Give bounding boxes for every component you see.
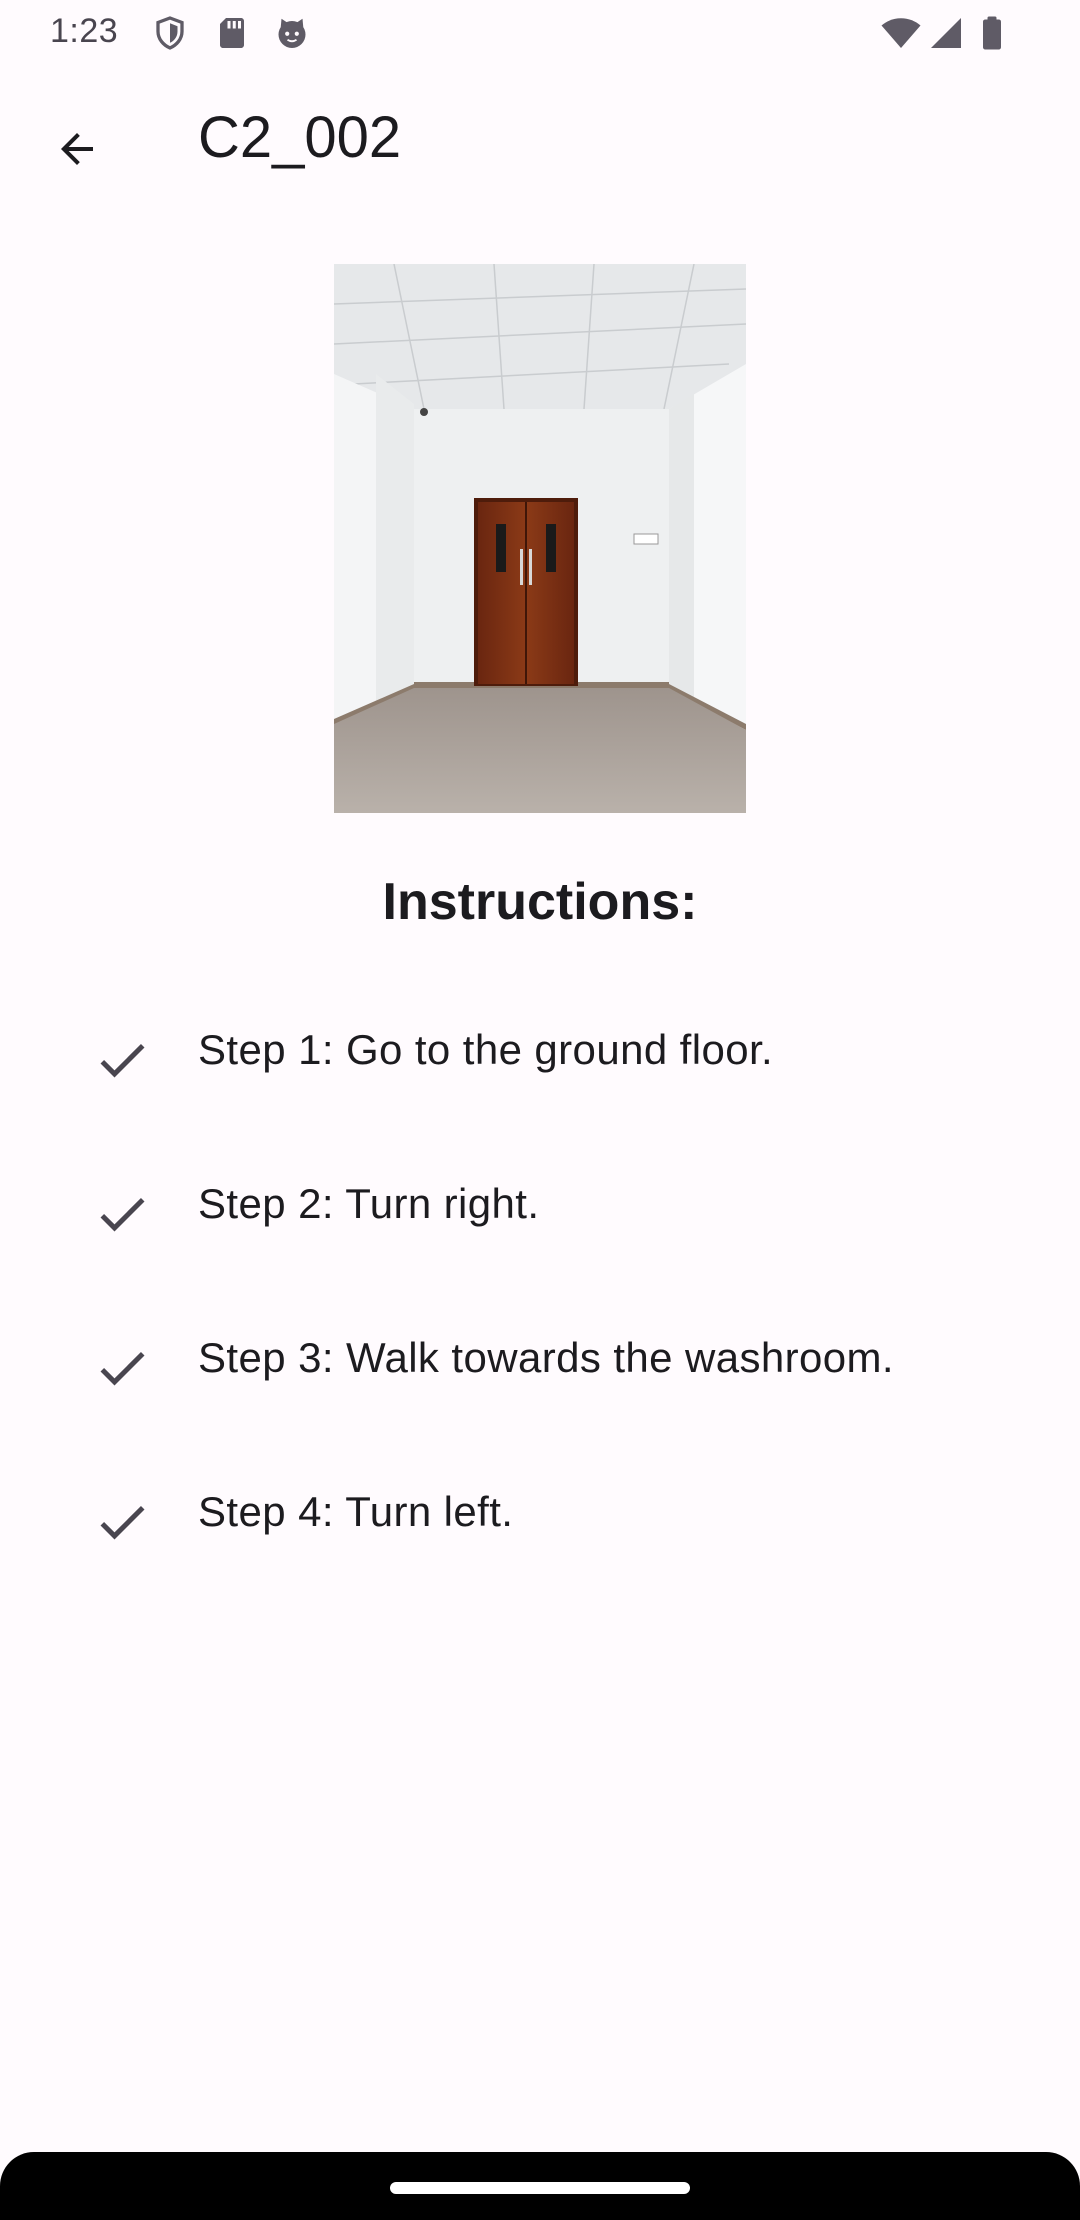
step-text: Step 3: Walk towards the washroom. (198, 1334, 894, 1381)
check-icon (92, 1030, 152, 1090)
check-icon (92, 1338, 152, 1398)
check-icon (92, 1492, 152, 1552)
top-app-bar: C2_002 (0, 66, 1080, 220)
back-button[interactable] (34, 108, 120, 194)
step-text: Step 2: Turn right. (198, 1180, 540, 1227)
step-item: Step 2: Turn right. (0, 1154, 1080, 1264)
location-photo (334, 264, 746, 813)
battery-icon (974, 15, 1010, 51)
cell-signal-icon (928, 15, 964, 51)
step-item: Step 3: Walk towards the washroom. (0, 1308, 1080, 1418)
status-bar: 1:23 (0, 0, 1080, 66)
instructions-heading: Instructions: (382, 873, 698, 931)
system-nav-bar (0, 2152, 1080, 2220)
check-icon (92, 1184, 152, 1244)
step-text: Step 4: Turn left. (198, 1488, 514, 1535)
home-gesture-handle[interactable] (390, 2182, 690, 2194)
wifi-icon (880, 15, 922, 51)
step-item: Step 1: Go to the ground floor. (0, 1000, 1080, 1110)
step-item: Step 4: Turn left. (0, 1462, 1080, 1572)
cat-face-icon (274, 15, 310, 51)
status-time: 1:23 (50, 12, 119, 50)
shield-icon (152, 15, 188, 51)
sd-card-icon (214, 15, 250, 51)
arrow-back-icon (53, 125, 101, 178)
step-text: Step 1: Go to the ground floor. (198, 1026, 774, 1073)
page-title: C2_002 (198, 105, 402, 170)
